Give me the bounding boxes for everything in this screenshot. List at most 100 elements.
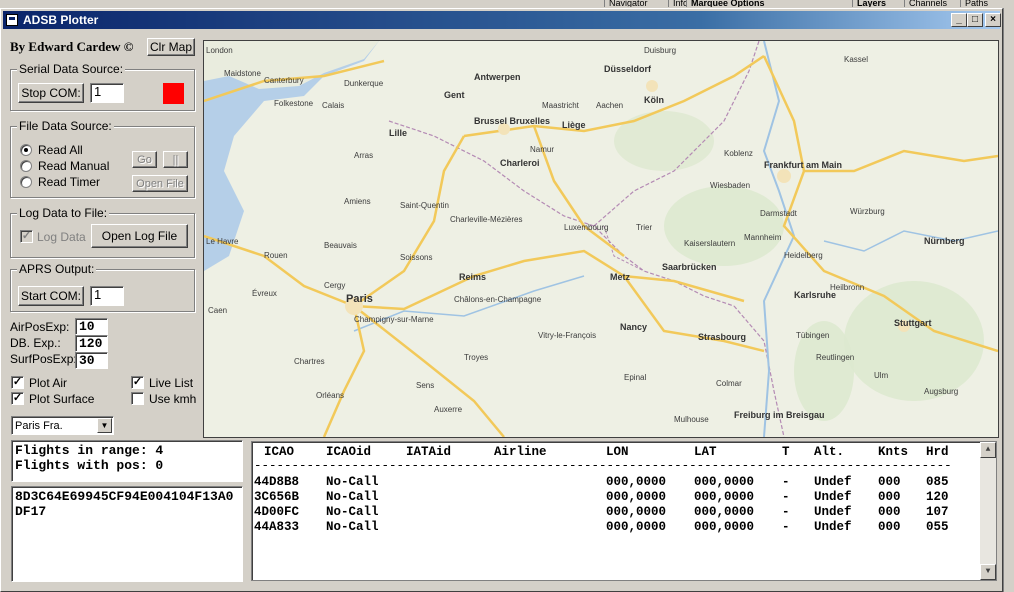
read-manual-radio[interactable] bbox=[20, 160, 32, 172]
log-data-label[interactable]: Log Data bbox=[37, 230, 86, 244]
table-row[interactable]: 4D00FC No-Call 000,0000 000,0000 - Undef… bbox=[252, 505, 980, 520]
read-manual-label[interactable]: Read Manual bbox=[38, 159, 109, 173]
read-all-label[interactable]: Read All bbox=[38, 143, 83, 157]
use-kmh-label[interactable]: Use kmh bbox=[149, 392, 196, 406]
scroll-down-icon[interactable]: ▼ bbox=[980, 564, 996, 580]
cell-alt: Undef bbox=[814, 475, 852, 489]
city-label: Darmstadt bbox=[760, 209, 797, 218]
scroll-up-icon[interactable]: ▲ bbox=[980, 442, 996, 458]
city-label: Reutlingen bbox=[816, 353, 855, 362]
pause-button[interactable]: || bbox=[163, 151, 188, 168]
col-header-iataid[interactable]: IATAid bbox=[406, 445, 451, 459]
city-label: Maastricht bbox=[542, 101, 579, 110]
city-label: Amiens bbox=[344, 197, 371, 206]
city-label: Charleville-Mézières bbox=[450, 215, 523, 224]
city-label: Augsburg bbox=[924, 387, 959, 396]
use-kmh-checkbox[interactable] bbox=[131, 392, 144, 405]
cell-lon: 000,0000 bbox=[606, 475, 667, 489]
cell-alt: Undef bbox=[814, 490, 852, 504]
start-com-button[interactable]: Start COM: bbox=[18, 286, 84, 306]
col-header-t[interactable]: T bbox=[782, 445, 790, 459]
city-label: Heilbronn bbox=[830, 283, 865, 292]
live-list-label[interactable]: Live List bbox=[149, 376, 193, 390]
col-header-lon[interactable]: LON bbox=[606, 445, 629, 459]
city-label: Saarbrücken bbox=[662, 262, 717, 272]
read-all-radio[interactable] bbox=[20, 144, 32, 156]
city-label: Vitry-le-François bbox=[538, 331, 597, 340]
map-view[interactable]: London Maidstone Canterbury Folkestone D… bbox=[203, 40, 999, 438]
read-timer-label[interactable]: Read Timer bbox=[38, 175, 100, 189]
bg-tab-layers[interactable]: Layers bbox=[852, 0, 909, 7]
col-header-hrd[interactable]: Hrd bbox=[926, 445, 949, 459]
chevron-down-icon[interactable]: ▼ bbox=[97, 418, 112, 433]
city-label: Cergy bbox=[324, 281, 346, 290]
city-label: Köln bbox=[644, 95, 664, 105]
plot-air-label[interactable]: Plot Air bbox=[29, 376, 67, 390]
city-label: Champigny-sur-Marne bbox=[354, 315, 434, 324]
city-label: Aachen bbox=[596, 101, 624, 110]
bg-tab-navigator[interactable]: Navigator bbox=[604, 0, 677, 7]
title-bar[interactable]: ADSB Plotter _ □ × bbox=[3, 11, 1001, 29]
file-data-source-group: File Data Source: Read All Read Manual R… bbox=[10, 119, 195, 198]
aprs-com-port-input[interactable]: 1 bbox=[90, 286, 124, 306]
vertical-scrollbar[interactable]: ▲ ▼ bbox=[980, 442, 996, 580]
flights-status-panel: Flights in range: 4 Flights with pos: 0 bbox=[11, 440, 243, 482]
plot-surface-checkbox[interactable]: ✓ bbox=[11, 392, 24, 405]
serial-com-port-input[interactable]: 1 bbox=[90, 83, 124, 103]
bg-tab-marquee-options[interactable]: Marquee Options bbox=[686, 0, 813, 7]
cell-lon: 000,0000 bbox=[606, 490, 667, 504]
go-button[interactable]: Go bbox=[132, 151, 157, 168]
file-group-label: File Data Source: bbox=[17, 119, 114, 133]
city-label: Ulm bbox=[874, 371, 889, 380]
city-label: Évreux bbox=[252, 289, 277, 298]
db-exp-input[interactable]: 120 bbox=[75, 335, 108, 352]
plot-air-checkbox[interactable]: ✓ bbox=[11, 376, 24, 389]
cell-knts: 000 bbox=[878, 475, 901, 489]
location-select[interactable]: Paris Fra. ▼ bbox=[11, 416, 114, 435]
city-label: Tübingen bbox=[796, 331, 830, 340]
plot-surface-label[interactable]: Plot Surface bbox=[29, 392, 94, 406]
clear-map-button[interactable]: Clr Map bbox=[147, 38, 195, 56]
city-label: London bbox=[206, 46, 233, 55]
city-label: Karlsruhe bbox=[794, 290, 837, 300]
city-label: Nancy bbox=[620, 322, 648, 332]
flights-in-range-text: Flights in range: 4 bbox=[15, 443, 164, 458]
city-label: Paris bbox=[346, 293, 373, 305]
close-button[interactable]: × bbox=[985, 13, 1001, 27]
maximize-button[interactable]: □ bbox=[967, 13, 983, 27]
city-label: Arras bbox=[354, 151, 374, 160]
open-log-file-button[interactable]: Open Log File bbox=[91, 224, 188, 248]
open-file-button[interactable]: Open File bbox=[132, 175, 188, 192]
raw-message-panel[interactable]: 8D3C64E69945CF94E004104F13A0DF17 bbox=[11, 486, 243, 582]
app-icon[interactable] bbox=[6, 14, 18, 26]
bg-tab-channels[interactable]: Channels bbox=[904, 0, 965, 7]
col-header-icaoid[interactable]: ICAOid bbox=[326, 445, 371, 459]
flight-list[interactable]: ICAO ICAOid IATAid Airline LON LAT T Alt… bbox=[251, 441, 997, 581]
surf-pos-exp-input[interactable]: 30 bbox=[75, 352, 108, 369]
serial-group-label: Serial Data Source: bbox=[17, 62, 126, 76]
cell-icao: 3C656B bbox=[254, 490, 300, 504]
col-header-knts[interactable]: Knts bbox=[878, 445, 908, 459]
col-header-icao[interactable]: ICAO bbox=[264, 445, 294, 459]
table-row[interactable]: 3C656B No-Call 000,0000 000,0000 - Undef… bbox=[252, 490, 980, 505]
col-header-airline[interactable]: Airline bbox=[494, 445, 547, 459]
cell-knts: 000 bbox=[878, 490, 901, 504]
log-data-checkbox[interactable]: ✓ bbox=[20, 230, 33, 243]
col-header-alt[interactable]: Alt. bbox=[814, 445, 844, 459]
live-list-checkbox[interactable]: ✓ bbox=[131, 376, 144, 389]
table-row[interactable]: 44A833 No-Call 000,0000 000,0000 - Undef… bbox=[252, 520, 980, 535]
air-pos-exp-label: AirPosExp: bbox=[10, 320, 70, 334]
col-header-lat[interactable]: LAT bbox=[694, 445, 717, 459]
air-pos-exp-input[interactable]: 10 bbox=[75, 318, 108, 335]
aprs-output-group: APRS Output: Start COM: 1 bbox=[10, 262, 195, 312]
river-main bbox=[823, 230, 998, 252]
minimize-button[interactable]: _ bbox=[951, 13, 967, 27]
stop-com-button[interactable]: Stop COM: bbox=[18, 83, 84, 103]
city-label: Antwerpen bbox=[474, 72, 521, 82]
table-row[interactable]: 44D8B8 No-Call 000,0000 000,0000 - Undef… bbox=[252, 475, 980, 490]
cell-icao: 44D8B8 bbox=[254, 475, 300, 489]
cell-icaoid: No-Call bbox=[326, 490, 379, 504]
read-timer-radio[interactable] bbox=[20, 176, 32, 188]
bg-tab-paths[interactable]: Paths bbox=[960, 0, 1013, 7]
city-label: Chartres bbox=[294, 357, 325, 366]
